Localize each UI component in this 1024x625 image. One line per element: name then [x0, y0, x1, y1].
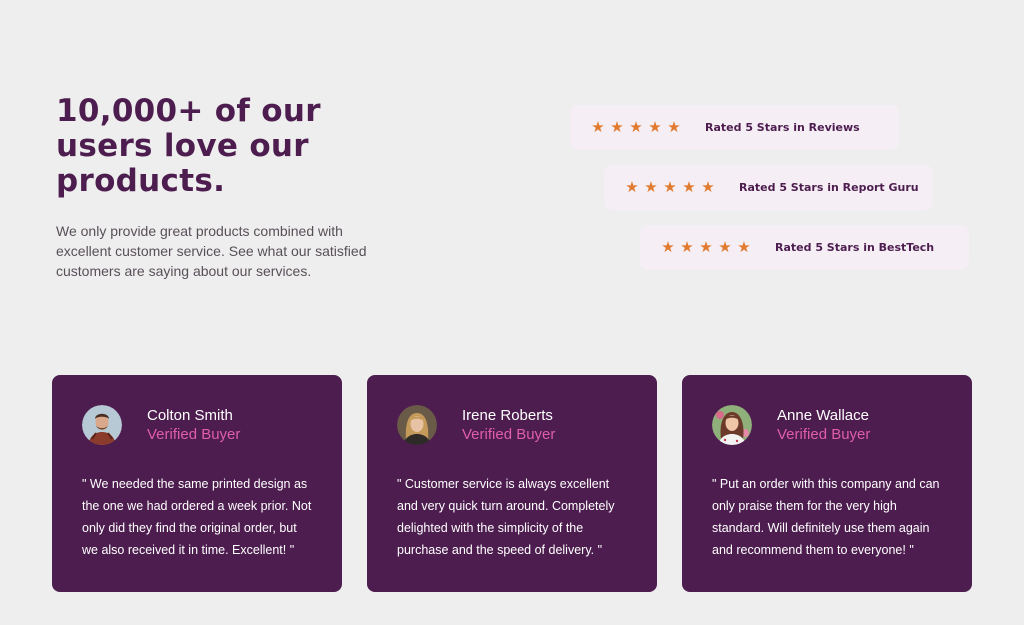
page-title: 10,000+ of our users love our products. — [56, 93, 321, 199]
rating-stars: ★ ★ ★ ★ ★ — [590, 120, 705, 135]
testimonial-header: Irene Roberts Verified Buyer — [397, 405, 627, 445]
author-role: Verified Buyer — [147, 425, 241, 443]
rating-label: Rated 5 Stars in Report Guru — [739, 181, 919, 194]
rating-reviews: ★ ★ ★ ★ ★ Rated 5 Stars in Reviews — [570, 105, 899, 150]
star-icon: ★ — [680, 239, 694, 256]
testimonial-author: Irene Roberts Verified Buyer — [462, 407, 555, 444]
author-role: Verified Buyer — [777, 425, 871, 443]
star-icon: ★ — [682, 179, 696, 196]
star-icon: ★ — [644, 179, 658, 196]
rating-report-guru: ★ ★ ★ ★ ★ Rated 5 Stars in Report Guru — [604, 165, 933, 210]
avatar — [397, 405, 437, 445]
star-icon: ★ — [591, 119, 605, 136]
star-icon: ★ — [663, 179, 677, 196]
testimonial-quote: " Customer service is always excellent a… — [397, 477, 615, 557]
avatar — [82, 405, 122, 445]
testimonial-quote: " Put an order with this company and can… — [712, 477, 940, 557]
author-role: Verified Buyer — [462, 425, 556, 443]
star-icon: ★ — [718, 239, 732, 256]
star-icon: ★ — [648, 119, 662, 136]
star-icon: ★ — [629, 119, 643, 136]
author-name: Irene Roberts — [462, 406, 553, 424]
star-icon: ★ — [661, 239, 675, 256]
star-icon: ★ — [625, 179, 639, 196]
star-icon: ★ — [610, 119, 624, 136]
star-icon: ★ — [699, 239, 713, 256]
testimonial-card: Anne Wallace Verified Buyer " Put an ord… — [682, 375, 972, 592]
testimonial-card: Colton Smith Verified Buyer " We needed … — [52, 375, 342, 592]
testimonial-quote: " We needed the same printed design as t… — [82, 477, 312, 557]
testimonial-author: Colton Smith Verified Buyer — [147, 407, 240, 444]
avatar-image — [397, 405, 437, 445]
star-icon: ★ — [667, 119, 681, 136]
testimonial-header: Colton Smith Verified Buyer — [82, 405, 312, 445]
rating-label: Rated 5 Stars in Reviews — [705, 121, 860, 134]
author-name: Colton Smith — [147, 406, 233, 424]
hero-section: 10,000+ of our users love our products. … — [56, 94, 396, 281]
hero-description: We only provide great products combined … — [56, 223, 367, 279]
star-icon: ★ — [701, 179, 715, 196]
rating-stars: ★ ★ ★ ★ ★ — [624, 180, 739, 195]
rating-label: Rated 5 Stars in BestTech — [775, 241, 935, 254]
rating-besttech: ★ ★ ★ ★ ★ Rated 5 Stars in BestTech — [640, 225, 969, 270]
avatar — [712, 405, 752, 445]
testimonial-author: Anne Wallace Verified Buyer — [777, 407, 870, 444]
avatar-image — [82, 405, 122, 445]
star-icon: ★ — [737, 239, 751, 256]
avatar-image — [712, 405, 752, 445]
testimonial-card: Irene Roberts Verified Buyer " Customer … — [367, 375, 657, 592]
rating-stars: ★ ★ ★ ★ ★ — [660, 240, 775, 255]
testimonial-header: Anne Wallace Verified Buyer — [712, 405, 942, 445]
author-name: Anne Wallace — [777, 406, 869, 424]
